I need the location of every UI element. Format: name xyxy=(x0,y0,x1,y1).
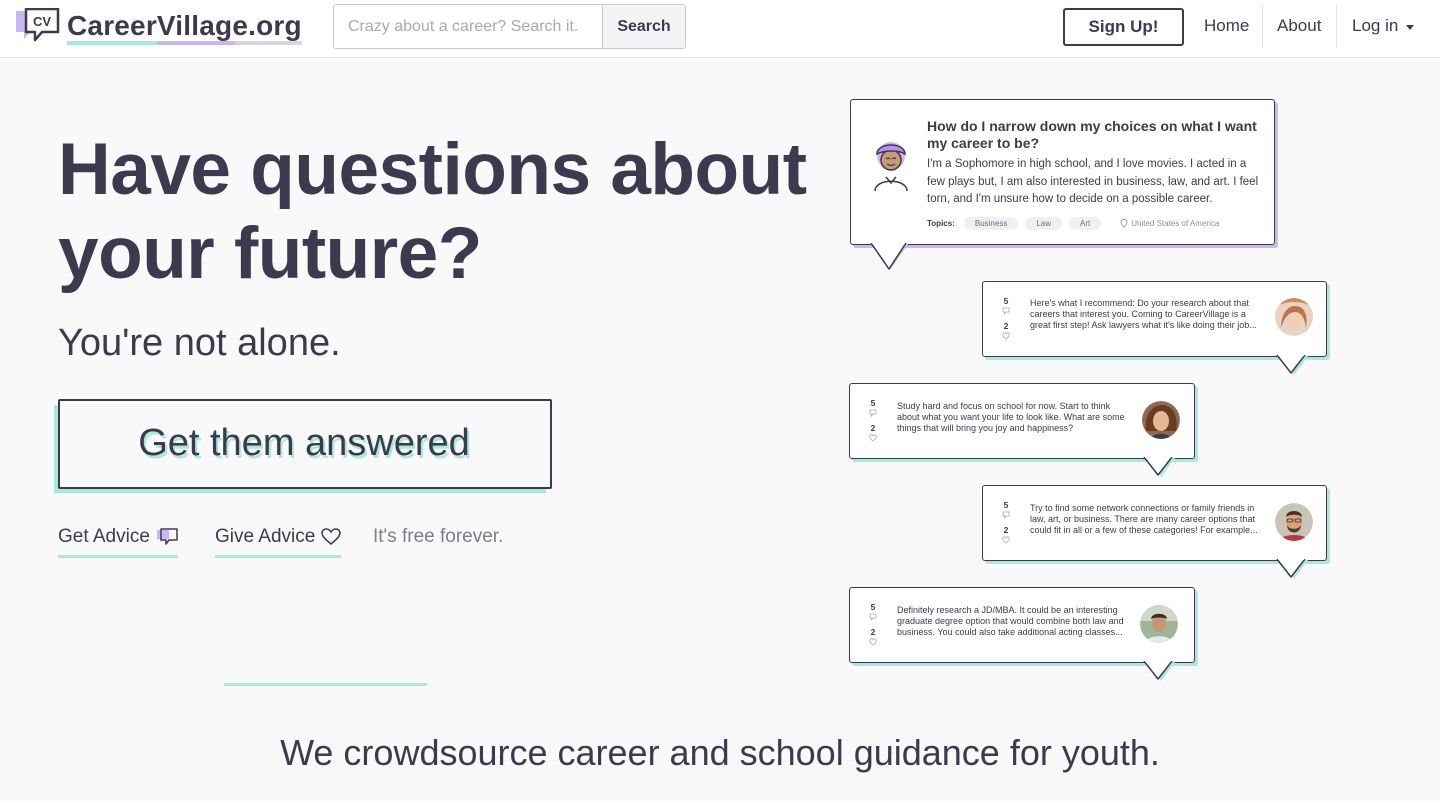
location-pin-icon xyxy=(1120,219,1128,228)
answerer-avatar xyxy=(1275,298,1313,336)
section-divider xyxy=(224,683,427,686)
logo-mark-text: CV xyxy=(33,14,51,29)
answerer-avatar xyxy=(1142,401,1180,439)
answerer-avatar xyxy=(1275,503,1313,541)
student-avatar-icon xyxy=(874,142,908,192)
heart-icon xyxy=(869,638,877,646)
careervillage-logo[interactable]: CV CareerVillage.org xyxy=(14,6,306,46)
hero-title: Have questions about your future? xyxy=(58,129,807,294)
answer-stats: 5 2 xyxy=(864,398,882,448)
heart-icon xyxy=(1002,536,1010,544)
like-count: 2 xyxy=(1003,525,1009,535)
answer-text: Study hard and focus on school for now. … xyxy=(897,401,1125,434)
answer-card-tail xyxy=(1276,559,1308,579)
sign-up-button[interactable]: Sign Up! xyxy=(1063,8,1184,46)
nav-separator xyxy=(1262,4,1263,48)
question-location: United States of America xyxy=(1120,219,1219,228)
search-input[interactable] xyxy=(334,5,602,48)
cta-label: Get them answered xyxy=(138,422,470,464)
answer-card[interactable]: 5 2 Definitely research a JD/MBA. It cou… xyxy=(849,587,1195,663)
answer-card[interactable]: 5 2 Here's what I recommend: Do your res… xyxy=(982,281,1327,357)
cv-logo-icon: CV xyxy=(16,8,60,42)
answer-stats: 5 2 xyxy=(997,296,1015,346)
like-count: 2 xyxy=(1003,321,1009,331)
search-button[interactable]: Search xyxy=(602,5,685,48)
topic-tag[interactable]: Law xyxy=(1025,217,1063,230)
comment-count: 5 xyxy=(1003,296,1009,306)
answer-text: Definitely research a JD/MBA. It could b… xyxy=(897,605,1124,638)
search-form: Search xyxy=(333,4,686,49)
answer-text: Try to find some network connections or … xyxy=(1030,503,1258,536)
free-forever-text: It's free forever. xyxy=(373,526,504,547)
question-topics: Topics: Business Law Art United States o… xyxy=(927,217,1219,230)
answer-card-tail xyxy=(1143,661,1175,681)
give-advice-link[interactable]: Give Advice xyxy=(215,526,342,558)
like-count: 2 xyxy=(870,627,876,637)
question-title: How do I narrow down my choices on what … xyxy=(927,118,1257,151)
hero-subtitle: You're not alone. xyxy=(58,322,341,364)
give-advice-label: Give Advice xyxy=(215,526,316,547)
get-advice-label: Get Advice xyxy=(58,526,150,547)
question-card[interactable]: How do I narrow down my choices on what … xyxy=(850,99,1275,245)
login-dropdown[interactable]: Log in xyxy=(1352,0,1415,52)
question-card-tail xyxy=(870,243,908,270)
answer-card[interactable]: 5 2 Study hard and focus on school for n… xyxy=(849,383,1195,459)
heart-icon xyxy=(321,528,342,545)
caret-down-icon xyxy=(1406,24,1415,30)
heart-icon xyxy=(1002,332,1010,340)
nav-home-link[interactable]: Home xyxy=(1204,0,1249,52)
comment-icon xyxy=(869,409,877,417)
topics-label: Topics: xyxy=(927,219,955,228)
answer-stats: 5 2 xyxy=(997,500,1015,550)
answer-card[interactable]: 5 2 Try to find some network connections… xyxy=(982,485,1327,561)
logo-text: CareerVillage.org xyxy=(67,10,302,41)
login-label: Log in xyxy=(1352,16,1399,35)
answer-stats: 5 2 xyxy=(864,602,882,652)
speech-bubble-icon xyxy=(156,528,178,545)
comment-icon xyxy=(1002,511,1010,519)
comment-icon xyxy=(1002,307,1010,315)
comment-count: 5 xyxy=(870,398,876,408)
location-text: United States of America xyxy=(1131,219,1220,228)
mission-statement: We crowdsource career and school guidanc… xyxy=(280,732,1160,773)
comment-count: 5 xyxy=(870,602,876,612)
topic-tag[interactable]: Business xyxy=(963,217,1019,230)
answer-card-tail xyxy=(1276,355,1308,375)
answerer-avatar xyxy=(1140,605,1178,643)
answer-text: Here's what I recommend: Do your researc… xyxy=(1030,298,1257,331)
like-count: 2 xyxy=(870,423,876,433)
nav-separator xyxy=(1336,4,1337,48)
comment-icon xyxy=(869,613,877,621)
topic-tag[interactable]: Art xyxy=(1069,217,1102,230)
logo-underline xyxy=(67,41,302,45)
nav-about-link[interactable]: About xyxy=(1277,0,1321,52)
top-navbar: CV CareerVillage.org Search Sign Up! Hom… xyxy=(0,0,1440,58)
heart-icon xyxy=(869,434,877,442)
question-body: I'm a Sophomore in high school, and I lo… xyxy=(927,158,1259,205)
answer-card-tail xyxy=(1143,457,1175,477)
comment-count: 5 xyxy=(1003,500,1009,510)
get-advice-link[interactable]: Get Advice xyxy=(58,526,178,558)
